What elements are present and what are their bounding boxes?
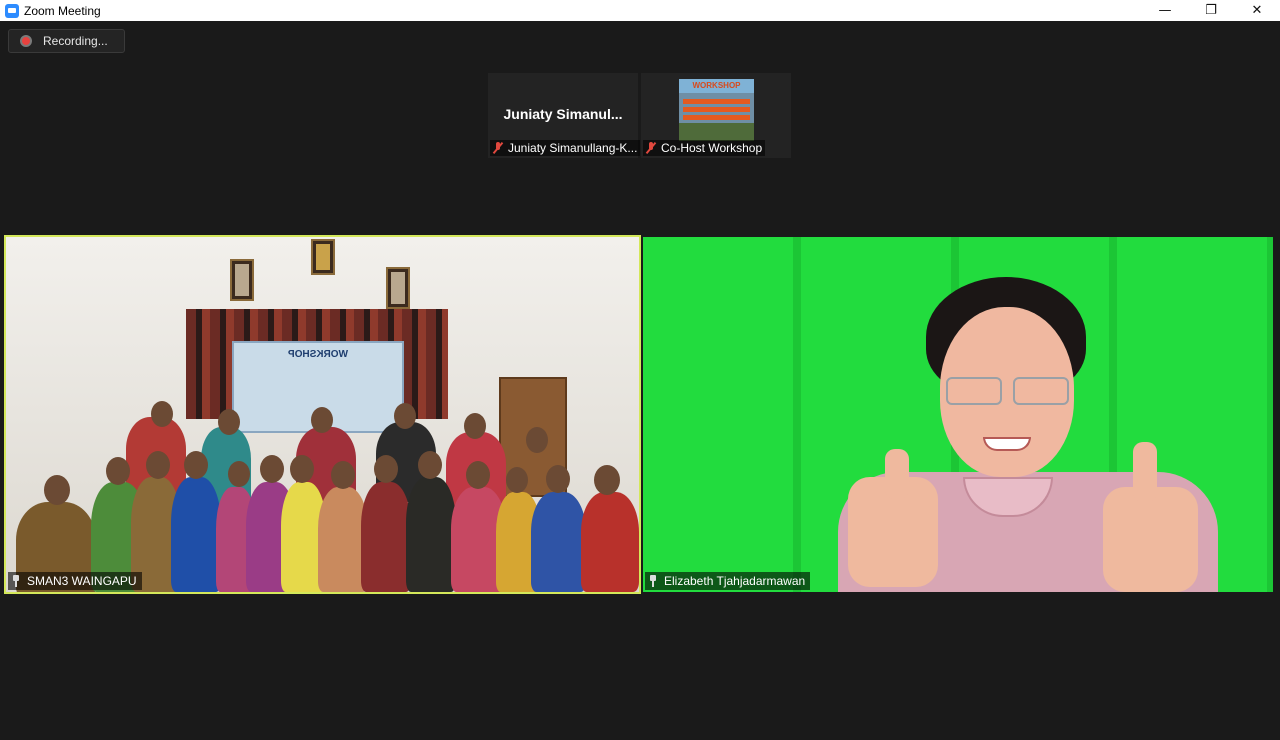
thumb-finger [1133,442,1157,502]
person [361,482,411,592]
head [418,451,442,479]
person [531,492,586,592]
head [546,465,570,493]
wall-emblem [311,239,335,275]
head [106,457,130,485]
banner-title: WORKSHOP [288,349,348,360]
recording-label: Recording... [43,34,108,48]
video-tile[interactable]: Elizabeth Tjahjadarmawan [643,237,1273,592]
video-tile-active-speaker[interactable]: WORKSHOP SMAN3 WAINGAPU [4,235,641,594]
person [406,477,456,592]
recording-dot-icon [20,35,32,47]
participant-name: SMAN3 WAINGAPU [27,574,137,588]
wall-portrait [230,259,254,301]
title-bar: Zoom Meeting — ❐ ✕ [0,0,1280,21]
participant-thumbnail[interactable]: WORKSHOP Co-Host Workshop [641,73,791,158]
zoom-app-icon [5,3,19,18]
person-smile [983,437,1031,451]
head [260,455,284,483]
head [506,467,528,493]
head [218,409,240,435]
meeting-stage: Recording... Juniaty Simanul... Juniaty … [0,21,1280,740]
participant-caption: Elizabeth Tjahjadarmawan [645,572,811,590]
mic-muted-icon [492,142,504,154]
head [374,455,398,483]
participant-thumbnail[interactable]: Juniaty Simanul... Juniaty Simanullang-K… [488,73,641,158]
thumb-finger [885,449,909,499]
pin-icon [648,575,658,587]
participant-caption: Juniaty Simanullang-K... [490,140,641,156]
poster-text-band [683,115,750,120]
recording-indicator[interactable]: Recording... [8,29,125,53]
participant-caption: SMAN3 WAINGAPU [8,572,142,590]
head [228,461,250,487]
glasses-left-lens [946,377,1002,405]
wall-portrait [386,267,410,309]
workshop-poster-image: WORKSHOP [679,79,754,141]
poster-title: WORKSHOP [692,81,741,90]
poster-ground [679,123,754,141]
head [146,451,170,479]
group-photo-background: WORKSHOP [6,237,639,592]
restore-button[interactable]: ❐ [1188,0,1234,21]
head [44,475,70,505]
participant-display-name: Juniaty Simanul... [503,106,623,122]
head [594,465,620,495]
participant-caption: Co-Host Workshop [643,140,766,156]
bottom-area [0,713,1280,740]
head [290,455,314,483]
pin-icon [11,575,21,587]
thumbs-up-hand [1103,487,1198,592]
participant-name: Elizabeth Tjahjadarmawan [664,574,806,588]
window-controls: — ❐ ✕ [1142,0,1280,21]
head [151,401,173,427]
poster-text-band [683,107,750,112]
glasses-right-lens [1013,377,1069,405]
head [466,461,490,489]
minimize-button[interactable]: — [1142,0,1188,21]
person [581,492,639,592]
head [464,413,486,439]
participant-name: Juniaty Simanullang-K... [508,141,638,155]
group-of-people [6,401,639,592]
head [526,427,548,453]
head [331,461,355,489]
poster-text-band [683,99,750,104]
window-title: Zoom Meeting [24,3,101,18]
head [311,407,333,433]
participant-name: Co-Host Workshop [661,141,763,155]
mic-muted-icon [645,142,657,154]
close-button[interactable]: ✕ [1234,0,1280,21]
head [184,451,208,479]
head [394,403,416,429]
person [171,477,221,592]
